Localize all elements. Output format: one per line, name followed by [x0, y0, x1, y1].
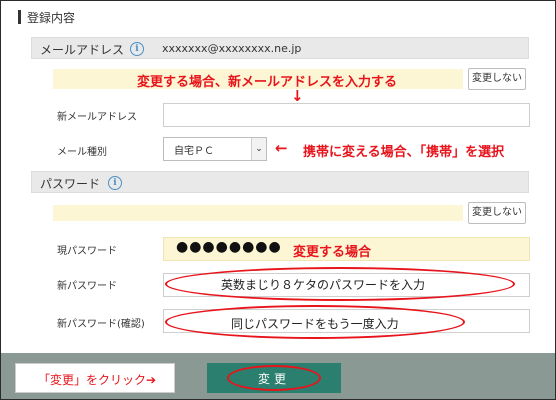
mail-type-select[interactable]: 自宅ＰＣ ⌄: [163, 137, 267, 161]
email-no-change-button[interactable]: 変更しない: [468, 68, 526, 90]
password-change-highlight: [53, 205, 463, 221]
current-password-masked: ●●●●●●●●: [176, 239, 282, 255]
current-password-label: 現パスワード: [57, 246, 117, 257]
confirm-password-label: 新パスワード(確認): [57, 319, 145, 330]
new-password-annotation: 英数まじり８ケタのパスワードを入力: [221, 278, 426, 292]
info-icon[interactable]: i: [130, 42, 144, 56]
email-section-header: メールアドレス i xxxxxxx@xxxxxxxx.ne.jp: [31, 37, 529, 59]
form-footer: 「変更」をクリック➔ 変更: [1, 353, 555, 399]
confirm-password-annotation: 同じパスワードをもう一度入力: [231, 317, 399, 331]
section-title: 登録内容: [17, 10, 76, 25]
new-email-input[interactable]: [163, 103, 530, 127]
click-hint-text: 「変更」をクリック➔: [38, 373, 157, 387]
left-arrow-icon: ←: [275, 139, 288, 157]
mail-type-label: メール種別: [57, 147, 107, 158]
password-section-label: パスワード: [40, 177, 101, 191]
info-icon[interactable]: i: [108, 176, 122, 190]
click-hint-box: 「変更」をクリック➔: [15, 363, 175, 393]
current-email-value: xxxxxxx@xxxxxxxx.ne.jp: [162, 42, 302, 55]
chevron-down-icon: ⌄: [251, 138, 266, 160]
submit-highlight-ellipse: [227, 365, 321, 391]
mail-type-annotation: 携帯に変える場合、「携帯」を選択: [303, 145, 505, 160]
password-section-header: パスワード i: [31, 171, 529, 193]
password-no-change-button[interactable]: 変更しない: [468, 202, 526, 224]
new-password-label: 新パスワード: [57, 281, 117, 292]
settings-form-frame: 登録内容 メールアドレス i xxxxxxx@xxxxxxxx.ne.jp 変更…: [0, 0, 556, 400]
new-email-label: 新メールアドレス: [57, 112, 137, 123]
mail-type-selected-value: 自宅ＰＣ: [174, 146, 214, 157]
email-change-annotation: 変更する場合、新メールアドレスを入力する: [137, 75, 398, 90]
email-section-label: メールアドレス: [40, 43, 125, 57]
current-password-annotation: 変更する場合: [293, 245, 372, 260]
